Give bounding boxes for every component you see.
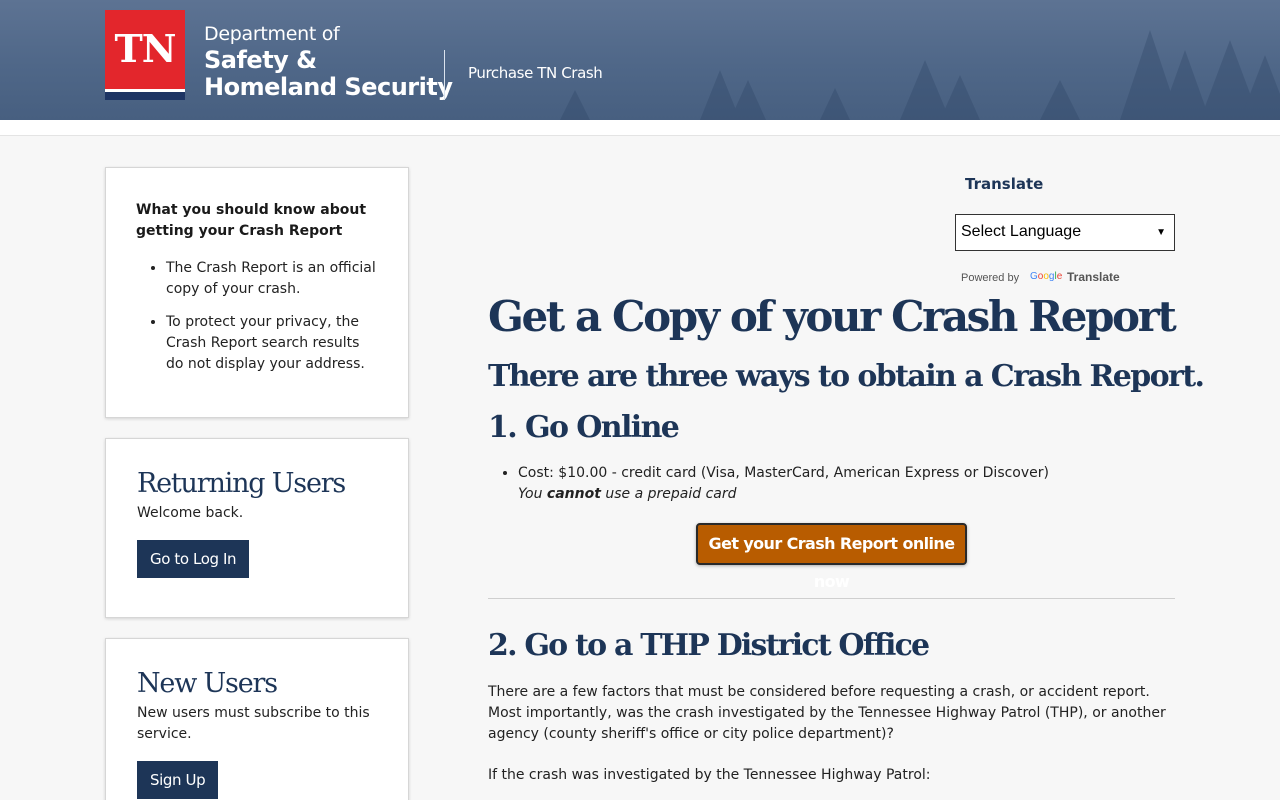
cost-item: Cost: $10.00 - credit card (Visa, Master… — [518, 463, 1049, 505]
dept-line2: Safety & — [204, 46, 317, 74]
new-users-card: New Users New users must subscribe to th… — [105, 638, 409, 800]
page-title: Get a Copy of your Crash Report — [488, 292, 1177, 341]
district-office-paragraph: There are a few factors that must be con… — [488, 684, 1166, 742]
page-subtitle: There are three ways to obtain a Crash R… — [488, 359, 1205, 394]
site-header: TN Department of Safety & Homeland Secur… — [0, 0, 1280, 120]
info-card-title: What you should know about getting your … — [136, 202, 367, 239]
translate-label: Translate — [965, 175, 1044, 193]
chevron-down-icon: ▼ — [1156, 227, 1166, 238]
dept-line3: Homeland Security — [204, 73, 453, 101]
section-divider — [488, 598, 1175, 599]
get-report-online-button[interactable]: Get your Crash Report online now — [696, 523, 967, 591]
logo-text: TN — [114, 26, 176, 71]
logo-stripe-blue — [105, 92, 185, 100]
note-pre: You — [518, 486, 547, 502]
list-item: To protect your privacy, the Crash Repor… — [166, 312, 378, 375]
new-users-title: New Users — [137, 668, 278, 699]
info-list: The Crash Report is an official copy of … — [136, 258, 378, 375]
google-logo-icon[interactable]: Google — [1030, 271, 1062, 282]
app-title-link[interactable]: Purchase TN Crash — [468, 64, 603, 82]
cost-text: Cost: $10.00 - credit card (Visa, Master… — [518, 465, 1049, 481]
forest-background-icon — [560, 30, 1280, 120]
new-users-text: New users must subscribe to this service… — [137, 705, 370, 742]
thp-investigated-paragraph: If the crash was investigated by the Ten… — [488, 767, 931, 783]
dept-line1: Department of — [204, 23, 340, 45]
info-card: What you should know about getting your … — [105, 167, 409, 418]
sign-up-button[interactable]: Sign Up — [137, 761, 219, 799]
section-district-office-heading: 2. Go to a THP District Office — [488, 628, 930, 663]
department-name[interactable]: Department of Safety & Homeland Security — [204, 23, 453, 101]
powered-by-label: Powered by — [961, 272, 1020, 284]
returning-users-title: Returning Users — [137, 468, 346, 499]
list-item: The Crash Report is an official copy of … — [166, 258, 378, 300]
language-select-value: Select Language — [961, 223, 1082, 240]
note-post: use a prepaid card — [600, 486, 737, 502]
tn-logo[interactable]: TN — [105, 10, 185, 100]
returning-users-card: Returning Users Welcome back. Go to Log … — [105, 438, 409, 618]
returning-users-text: Welcome back. — [137, 505, 244, 521]
google-translate-link[interactable]: Translate — [1067, 270, 1120, 284]
language-select[interactable]: Select Language ▼ — [955, 214, 1175, 251]
login-button[interactable]: Go to Log In — [137, 540, 250, 578]
section-go-online-heading: 1. Go Online — [488, 410, 680, 445]
prepaid-note: You cannot use a prepaid card — [518, 486, 736, 502]
header-bottom-bar — [0, 120, 1280, 136]
note-strong: cannot — [546, 486, 601, 502]
cost-info: Cost: $10.00 - credit card (Visa, Master… — [500, 463, 1049, 505]
header-divider — [444, 50, 445, 100]
